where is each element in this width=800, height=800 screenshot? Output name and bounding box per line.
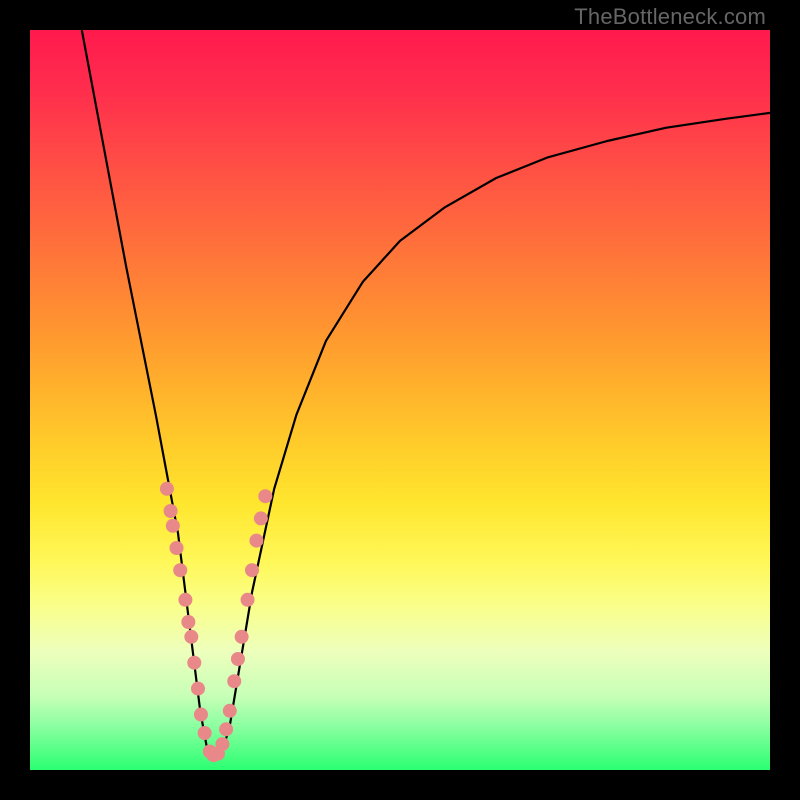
bottleneck-curve: [82, 30, 770, 759]
watermark-text: TheBottleneck.com: [574, 4, 766, 30]
data-dot: [245, 563, 259, 577]
chart-svg: [30, 30, 770, 770]
plot-area: [30, 30, 770, 770]
data-dot: [164, 504, 178, 518]
data-dot: [198, 726, 212, 740]
data-dot: [231, 652, 245, 666]
dot-group: [160, 482, 272, 762]
chart-frame: TheBottleneck.com: [0, 0, 800, 800]
data-dot: [166, 519, 180, 533]
data-dot: [215, 737, 229, 751]
data-dot: [249, 534, 263, 548]
data-dot: [184, 630, 198, 644]
data-dot: [223, 704, 237, 718]
data-dot: [241, 593, 255, 607]
data-dot: [227, 674, 241, 688]
data-dot: [235, 630, 249, 644]
data-dot: [170, 541, 184, 555]
data-dot: [187, 656, 201, 670]
data-dot: [219, 722, 233, 736]
data-dot: [194, 708, 208, 722]
data-dot: [254, 511, 268, 525]
data-dot: [173, 563, 187, 577]
data-dot: [178, 593, 192, 607]
data-dot: [258, 489, 272, 503]
data-dot: [191, 682, 205, 696]
data-dot: [181, 615, 195, 629]
data-dot: [160, 482, 174, 496]
